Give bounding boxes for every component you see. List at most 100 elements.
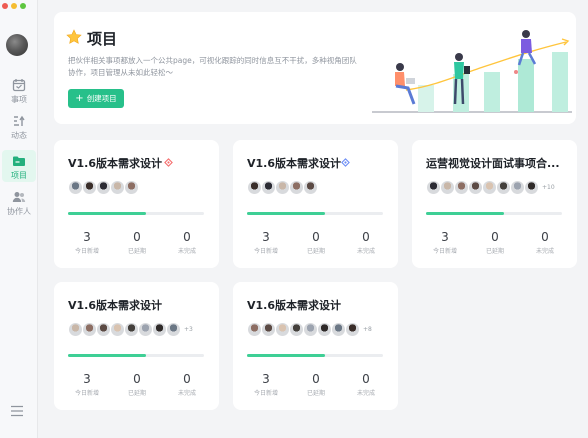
sidebar-item-label: 动态 [11,131,27,140]
project-title[interactable]: V1.6版本需求设计 [247,155,341,171]
stat-value: 3 [83,372,91,386]
sidebar-item-projects[interactable]: 项目 [2,150,36,182]
progress-fill [68,354,146,357]
avatar [275,180,290,195]
stat-item: 0 未完成 [162,372,212,397]
window-controls [2,3,26,9]
avatar [82,180,97,195]
project-stats: 3 今日新增 0 已延期 0 未完成 [241,230,391,255]
calendar-icon [12,79,26,92]
avatar [317,322,332,337]
sidebar-item-label: 事项 [11,95,27,104]
stat-value: 0 [183,372,191,386]
progress-bar [68,354,204,357]
member-avatars[interactable]: +10 [426,180,555,195]
star-icon [66,29,82,44]
stat-label: 未完成 [177,248,196,255]
member-avatars[interactable]: +3 [68,322,193,337]
stat-item: 0 已延期 [112,230,162,255]
stat-item: 3 今日新增 [62,372,112,397]
blue-tag-icon [341,158,350,167]
progress-bar [247,212,383,215]
project-title[interactable]: V1.6版本需求设计 [247,297,341,313]
avatar [96,322,111,337]
member-avatars[interactable] [247,180,318,195]
project-card[interactable]: V1.6版本需求设计 3 今日新增 0 已延期 0 未完成 [54,140,219,268]
stat-label: 未完成 [177,390,196,397]
stat-item: 0 未完成 [162,230,212,255]
stat-item: 3 今日新增 [241,230,291,255]
avatar [345,322,360,337]
stat-value: 0 [133,230,141,244]
page-title: 项目 [87,30,118,48]
sidebar-item-events[interactable]: 事项 [0,78,38,106]
avatar [124,180,139,195]
stat-item: 0 未完成 [341,230,391,255]
stat-item: 3 今日新增 [241,372,291,397]
close-window-button[interactable] [2,3,8,9]
sidebar-item-activity[interactable]: 动态 [0,114,38,142]
avatar [110,322,125,337]
avatar [247,322,262,337]
stat-value: 0 [183,230,191,244]
avatar [275,322,290,337]
project-banner: 项目 把伙伴相关事项都放入一个公共page，可视化跟踪的同时信息互不干扰，多种视… [54,12,576,124]
avatar [510,180,525,195]
avatar [96,180,111,195]
stat-value: 0 [491,230,499,244]
menu-icon[interactable] [10,405,24,417]
project-title[interactable]: V1.6版本需求设计 [68,297,162,313]
avatar [68,180,83,195]
avatar [331,322,346,337]
more-members-count: +8 [363,326,372,333]
stat-label: 已延期 [485,248,504,255]
stat-item: 0 已延期 [470,230,520,255]
avatar [261,322,276,337]
stat-item: 0 已延期 [291,230,341,255]
avatar [124,322,139,337]
project-card[interactable]: V1.6版本需求设计 +8 3 今日新增 0 已延期 0 未完成 [233,282,398,410]
more-members-count: +10 [542,184,555,191]
stat-value: 3 [262,372,270,386]
project-title[interactable]: V1.6版本需求设计 [68,155,162,171]
avatar [261,180,276,195]
maximize-window-button[interactable] [20,3,26,9]
user-avatar[interactable] [6,34,28,56]
stat-value: 0 [312,372,320,386]
project-stats: 3 今日新增 0 已延期 0 未完成 [241,372,391,397]
project-title[interactable]: 运营视觉设计面试事项合... [426,155,560,171]
collaborator-icon [12,192,26,202]
project-card[interactable]: 运营视觉设计面试事项合... +10 3 今日新增 0 已延期 0 未完成 [412,140,577,268]
avatar [426,180,441,195]
project-stats: 3 今日新增 0 已延期 0 未完成 [62,372,212,397]
stat-item: 0 未完成 [520,230,570,255]
avatar [303,322,318,337]
avatar [247,180,262,195]
stat-item: 0 未完成 [341,372,391,397]
create-project-button[interactable]: + 创建项目 [68,89,124,108]
stat-value: 0 [541,230,549,244]
project-card[interactable]: V1.6版本需求设计 +3 3 今日新增 0 已延期 0 未完成 [54,282,219,410]
minimize-window-button[interactable] [11,3,17,9]
avatar [454,180,469,195]
stat-label: 未完成 [356,390,375,397]
stat-value: 3 [441,230,449,244]
stat-label: 今日新增 [74,248,99,255]
stat-label: 今日新增 [74,390,99,397]
avatar [496,180,511,195]
avatar [303,180,318,195]
stat-label: 今日新增 [253,248,278,255]
avatar [166,322,181,337]
avatar [68,322,83,337]
activity-icon [14,115,25,126]
project-card[interactable]: V1.6版本需求设计 3 今日新增 0 已延期 0 未完成 [233,140,398,268]
stat-value: 3 [262,230,270,244]
stat-value: 0 [133,372,141,386]
stat-value: 3 [83,230,91,244]
member-avatars[interactable]: +8 [247,322,372,337]
member-avatars[interactable] [68,180,139,195]
stat-label: 今日新增 [253,390,278,397]
stat-label: 今日新增 [432,248,457,255]
sidebar-item-collaborators[interactable]: 协作人 [0,190,38,218]
stat-item: 0 已延期 [291,372,341,397]
